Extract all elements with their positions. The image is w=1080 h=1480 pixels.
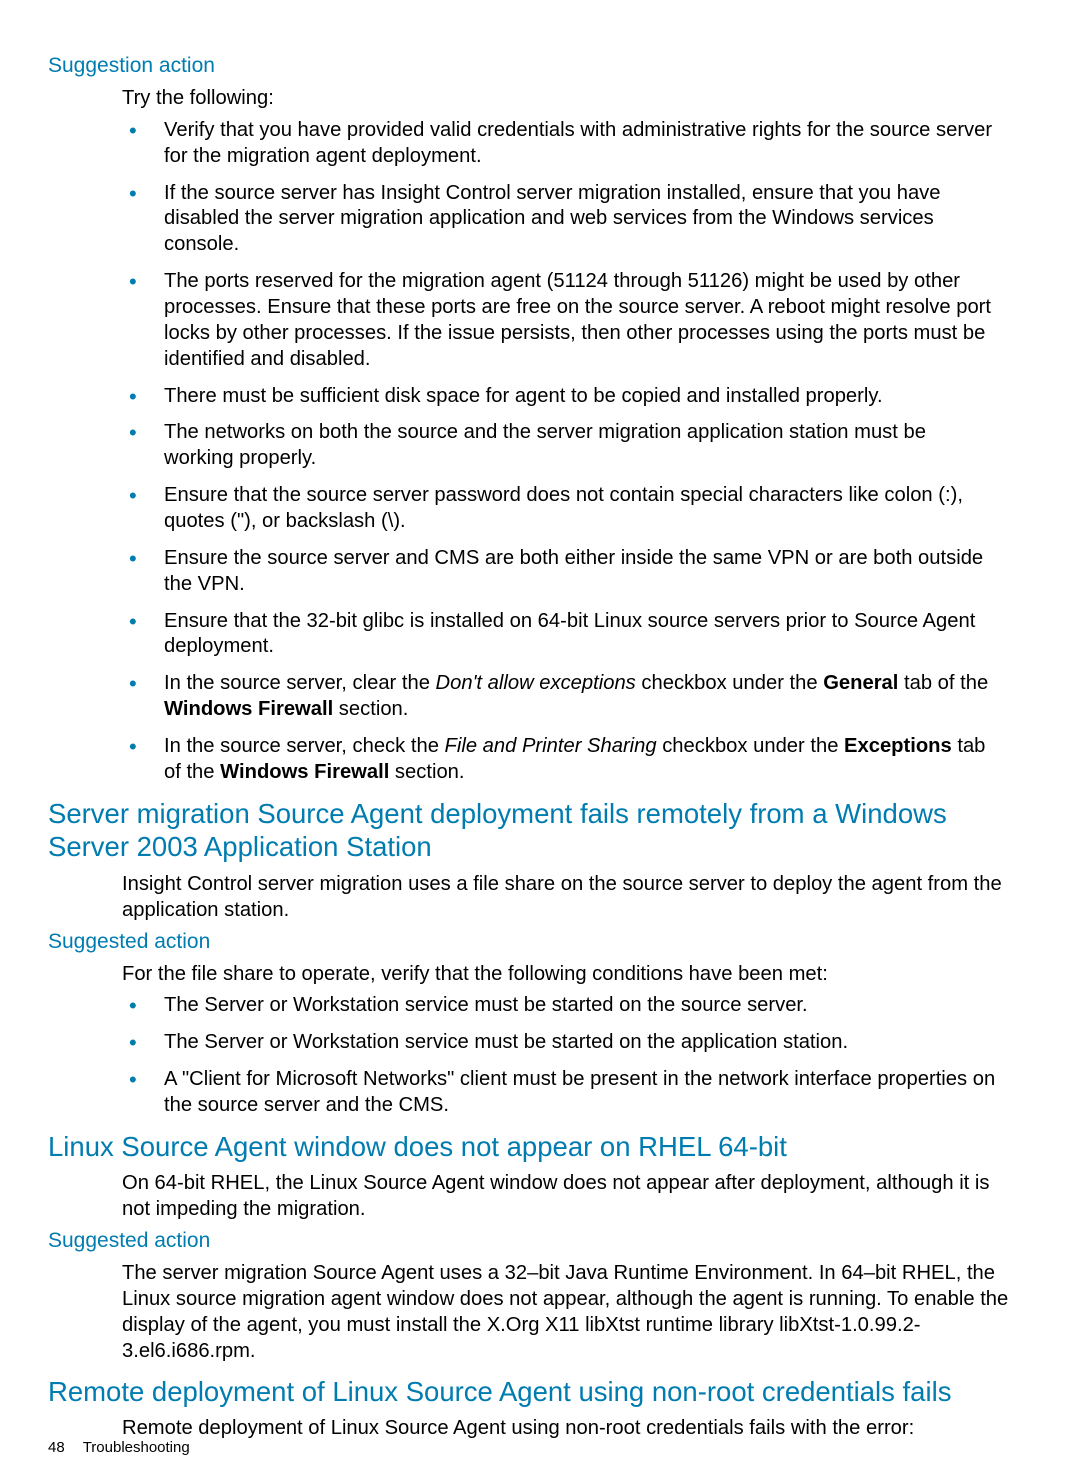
heading-suggested-action: Suggested action	[48, 930, 1032, 954]
section-suggested-action-3: Suggested action The server migration So…	[48, 1229, 1032, 1364]
bold-text: Windows Firewall	[164, 698, 333, 720]
list-item: Ensure the source server and CMS are bot…	[164, 546, 998, 598]
intro-text: On 64-bit RHEL, the Linux Source Agent w…	[122, 1171, 1022, 1223]
document-page: Suggestion action Try the following: Ver…	[0, 0, 1080, 1480]
page-footer: 48 Troubleshooting	[48, 1439, 190, 1456]
heading-remote-deployment-fails: Remote deployment of Linux Source Agent …	[48, 1375, 1032, 1409]
footer-section-label: Troubleshooting	[83, 1439, 190, 1456]
bold-text: General	[823, 672, 898, 694]
heading-suggested-action: Suggested action	[48, 1229, 1032, 1253]
section-suggestion-action-1: Suggestion action Try the following: Ver…	[48, 54, 1032, 786]
list-item: Ensure that the 32-bit glibc is installe…	[164, 609, 998, 661]
list-item: Verify that you have provided valid cred…	[164, 118, 998, 170]
bullet-list: The Server or Workstation service must b…	[122, 993, 998, 1118]
bold-text: Exceptions	[844, 735, 952, 757]
intro-text: For the file share to operate, verify th…	[122, 962, 1022, 988]
list-item: Ensure that the source server password d…	[164, 483, 998, 535]
heading-linux-agent-rhel: Linux Source Agent window does not appea…	[48, 1130, 1032, 1164]
section-suggested-action-2: Suggested action For the file share to o…	[48, 930, 1032, 1119]
list-item: The ports reserved for the migration age…	[164, 269, 998, 372]
list-item: If the source server has Insight Control…	[164, 181, 998, 259]
intro-text: Remote deployment of Linux Source Agent …	[122, 1416, 1022, 1442]
list-item: In the source server, check the File and…	[164, 734, 998, 786]
list-item: In the source server, clear the Don't al…	[164, 671, 998, 723]
section-server-migration-fails: Server migration Source Agent deployment…	[48, 797, 1032, 924]
heading-server-migration-fails: Server migration Source Agent deployment…	[48, 797, 1032, 864]
bold-text: Windows Firewall	[220, 761, 389, 783]
list-item: The networks on both the source and the …	[164, 420, 998, 472]
list-item: The Server or Workstation service must b…	[164, 1030, 998, 1056]
intro-text: The server migration Source Agent uses a…	[122, 1261, 1022, 1364]
section-linux-agent-rhel: Linux Source Agent window does not appea…	[48, 1130, 1032, 1223]
section-remote-deployment-fails: Remote deployment of Linux Source Agent …	[48, 1375, 1032, 1442]
bullet-list: Verify that you have provided valid cred…	[122, 118, 998, 786]
heading-suggestion-action: Suggestion action	[48, 54, 1032, 78]
intro-text: Insight Control server migration uses a …	[122, 872, 1022, 924]
italic-text: File and Printer Sharing	[445, 735, 657, 757]
list-item: The Server or Workstation service must b…	[164, 993, 998, 1019]
list-item: There must be sufficient disk space for …	[164, 384, 998, 410]
list-item: A "Client for Microsoft Networks" client…	[164, 1067, 998, 1119]
italic-text: Don't allow exceptions	[436, 672, 636, 694]
page-number: 48	[48, 1439, 65, 1456]
intro-text: Try the following:	[122, 86, 1022, 112]
